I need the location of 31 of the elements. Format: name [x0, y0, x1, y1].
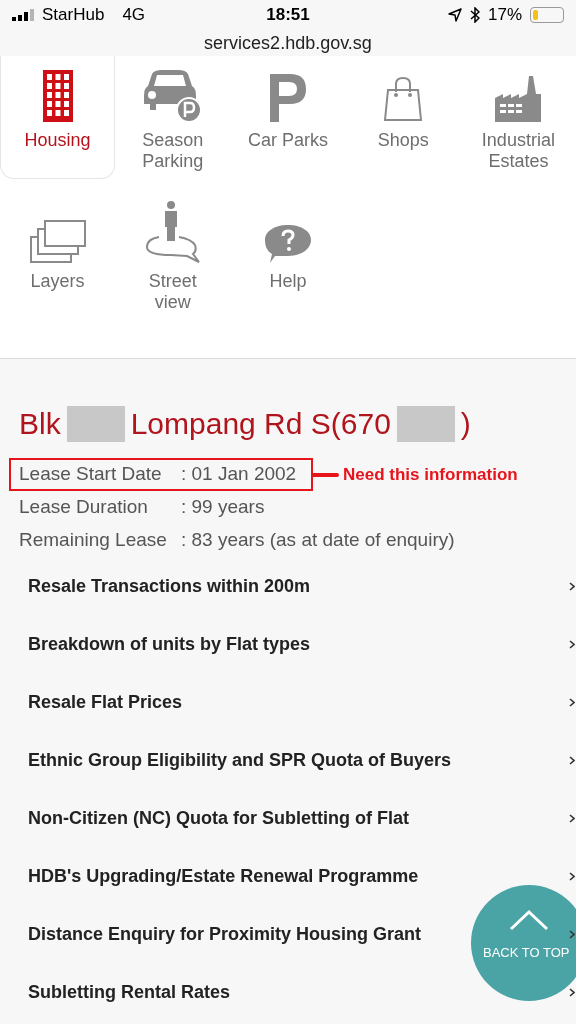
- map-tool-button[interactable]: Industrial Estates: [460, 56, 576, 179]
- annotation-text: Need this information: [343, 463, 518, 486]
- address-text: Blk: [19, 406, 61, 442]
- map-tool-button[interactable]: Layers: [0, 179, 116, 329]
- info-link[interactable]: Subletting Rental Rates: [28, 978, 231, 1006]
- info-link[interactable]: Resale Transactions within 200m: [28, 572, 311, 600]
- map-tool-button[interactable]: Housing: [0, 56, 116, 179]
- info-value: : 01 Jan 2002: [181, 462, 297, 487]
- info-label: Lease Start Date: [19, 462, 163, 487]
- map-tool-button[interactable]: Shops: [345, 56, 461, 179]
- info-label: Lease Duration: [19, 495, 149, 520]
- map-tool-button[interactable]: Car Parks: [230, 56, 346, 179]
- info-link[interactable]: Breakdown of units by Flat types: [28, 630, 311, 658]
- info-label: Remaining Lease: [19, 528, 168, 553]
- info-value: : 83 years (as at date of enquiry): [181, 528, 455, 553]
- address-text: ): [460, 406, 471, 442]
- url-text: services2.hdb.gov.sg: [203, 32, 373, 55]
- map-tool-button[interactable]: Street view: [115, 179, 231, 329]
- info-link[interactable]: Non-Citizen (NC) Quota for Subletting of Flat: [28, 804, 409, 832]
- map-tool-button[interactable]: Help: [230, 179, 346, 329]
- carrier-name: StarHub: [42, 4, 105, 27]
- clock-time: 18:51: [265, 4, 311, 27]
- info-link[interactable]: Ethnic Group Eligibility and SPR Quota of Buyers: [28, 746, 452, 774]
- info-link[interactable]: HDB's Upgrading/Estate Renewal Programme: [28, 862, 419, 890]
- battery-percent: 17%: [487, 4, 522, 27]
- info-link[interactable]: Distance Enquiry for Proximity Housing Grant: [28, 920, 422, 948]
- info-value: : 99 years: [181, 495, 265, 520]
- info-link[interactable]: Resale Flat Prices: [28, 688, 183, 716]
- address-text: Lompang Rd S(670: [130, 406, 391, 442]
- network-type: 4G: [122, 4, 146, 27]
- map-tool-button[interactable]: Season Parking: [115, 56, 231, 179]
